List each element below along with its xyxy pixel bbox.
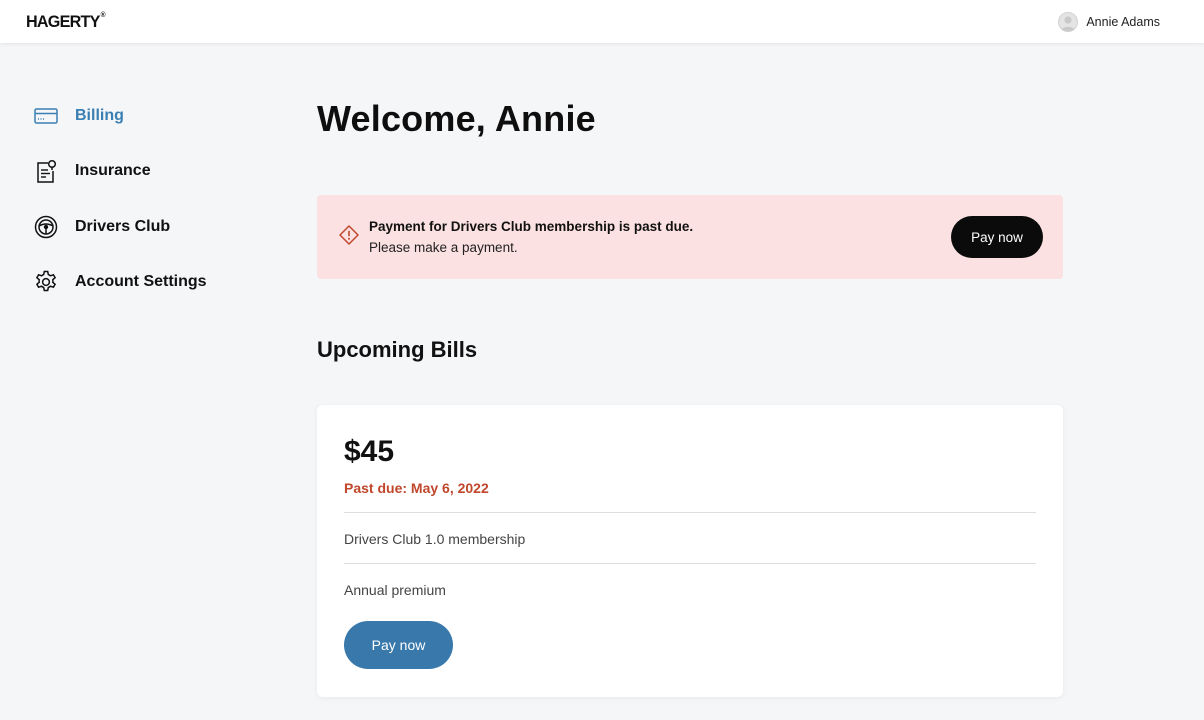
- bill-due-date: Past due: May 6, 2022: [344, 480, 489, 496]
- sidebar-item-billing[interactable]: Billing: [34, 88, 264, 144]
- hagerty-logo[interactable]: HAGERTY®: [26, 11, 106, 32]
- bill-amount: $45: [344, 435, 395, 468]
- logo-text: HAGERTY: [26, 11, 100, 31]
- upcoming-bills-heading: Upcoming Bills: [317, 337, 478, 362]
- alert-message: Payment for Drivers Club membership is p…: [338, 216, 693, 258]
- logo-registered-mark: ®: [100, 11, 106, 19]
- sidebar-item-insurance[interactable]: Insurance: [34, 144, 264, 200]
- sidebar-item-account-settings[interactable]: Account Settings: [34, 255, 264, 311]
- bill-card: $45 Past due: May 6, 2022 Drivers Club 1…: [317, 405, 1063, 697]
- alert-text: Payment for Drivers Club membership is p…: [369, 216, 693, 258]
- sidebar-item-label: Drivers Club: [75, 217, 171, 235]
- top-bar: HAGERTY® Annie Adams: [0, 0, 1204, 43]
- divider: [344, 512, 1036, 513]
- alert-subtitle: Please make a payment.: [369, 240, 518, 255]
- credit-card-icon: [34, 104, 58, 128]
- sidebar-item-label: Account Settings: [75, 273, 207, 291]
- avatar[interactable]: [1058, 11, 1079, 32]
- avatar-person-icon: [1061, 15, 1076, 31]
- sidebar-item-label: Insurance: [75, 162, 151, 180]
- bill-pay-now-button[interactable]: Pay now: [344, 621, 453, 669]
- alert-title: Payment for Drivers Club membership is p…: [369, 219, 694, 234]
- page-title: Welcome, Annie: [317, 98, 596, 139]
- warning-diamond-icon: [338, 224, 360, 251]
- gear-icon: [34, 270, 58, 294]
- sidebar-item-drivers-club[interactable]: Drivers Club: [34, 199, 264, 255]
- document-badge-icon: [34, 159, 58, 183]
- alert-pay-now-button[interactable]: Pay now: [951, 216, 1043, 258]
- bill-term: Annual premium: [344, 582, 446, 598]
- bill-description: Drivers Club 1.0 membership: [344, 531, 526, 547]
- user-menu[interactable]: Annie Adams: [1058, 11, 1160, 32]
- steering-wheel-icon: [34, 215, 58, 239]
- divider: [344, 563, 1036, 564]
- user-name[interactable]: Annie Adams: [1086, 15, 1160, 29]
- sidebar-nav: Billing Insurance Drivers Club Account S…: [34, 88, 264, 310]
- sidebar-item-label: Billing: [75, 106, 124, 124]
- past-due-alert: Payment for Drivers Club membership is p…: [317, 195, 1063, 279]
